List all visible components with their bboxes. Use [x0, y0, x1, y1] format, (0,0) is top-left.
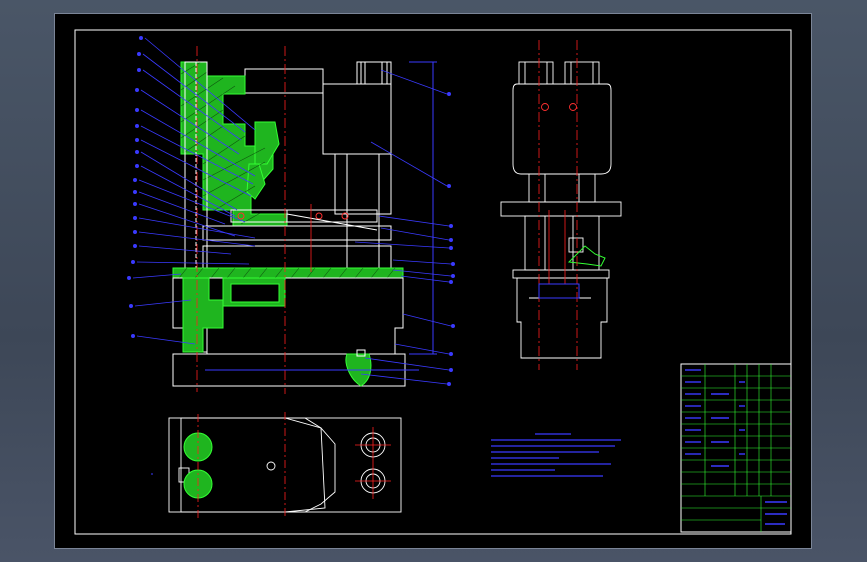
- drawing-sheet[interactable]: [54, 13, 812, 549]
- side-view-accents: [538, 40, 606, 370]
- front-section-view: [172, 46, 437, 394]
- cad-canvas[interactable]: [55, 14, 811, 548]
- side-view: [500, 61, 622, 359]
- technical-notes: [491, 433, 621, 477]
- title-block: [680, 363, 792, 533]
- top-view-accents: [151, 412, 391, 518]
